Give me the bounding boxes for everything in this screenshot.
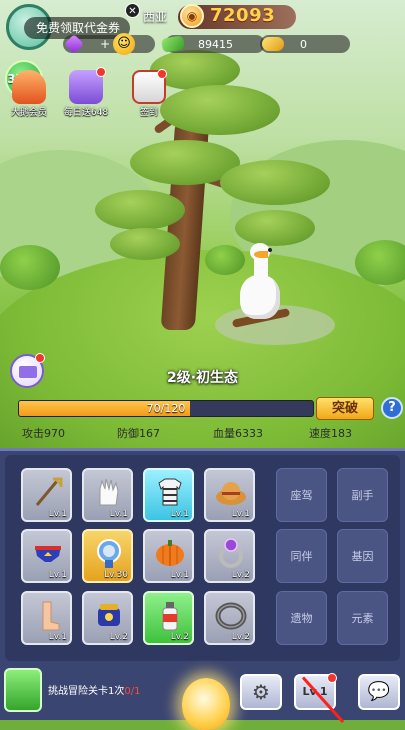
- goose-gold-icon: ◉: [180, 4, 204, 28]
- notification-dot: [96, 67, 106, 77]
- equip-slot-briefs[interactable]: Lv.1: [21, 529, 72, 583]
- ring-icon: [219, 538, 243, 568]
- slot-mount[interactable]: 座驾: [276, 468, 327, 522]
- golden-egg-button[interactable]: [182, 678, 230, 730]
- vip-label: 大鹅会员: [10, 108, 47, 118]
- chat-button[interactable]: 💬: [358, 674, 400, 710]
- equip-slot-hat[interactable]: Lv.1: [204, 468, 255, 522]
- gold-value: 72093: [210, 5, 276, 26]
- daily-gift-label: 每日送648: [63, 108, 109, 118]
- equip-level: Lv.1: [109, 509, 128, 519]
- pumpkin-icon: [156, 540, 184, 566]
- equip-level: Lv.1: [48, 632, 67, 642]
- coin-value: 0: [300, 38, 307, 51]
- daily-gift-button[interactable]: 每日送648: [62, 67, 110, 120]
- equip-level: Lv.2: [231, 570, 250, 580]
- chat-icon: 💬: [367, 681, 391, 702]
- equip-slot-gauntlet[interactable]: Lv.2: [82, 591, 133, 645]
- equip-level: Lv.1: [48, 509, 67, 519]
- tree-foliage: [160, 85, 280, 135]
- goose-beak: [254, 251, 268, 258]
- briefs-icon: [35, 546, 61, 562]
- tree-foliage: [95, 190, 185, 230]
- equip-slot-ring[interactable]: Lv.2: [204, 529, 255, 583]
- stat-hp: 血量6333: [213, 427, 263, 440]
- stat-defense: 防御167: [117, 427, 160, 440]
- cash-value: 89415: [198, 38, 233, 51]
- hat-icon: [216, 482, 246, 505]
- notification-dot: [157, 69, 167, 79]
- quest-progress: 0/1: [124, 686, 141, 697]
- stats-row: 攻击970 防御167 血量6333 速度183: [0, 425, 405, 441]
- equip-level: Lv.1: [231, 509, 250, 519]
- smile-face-icon: ☺: [113, 33, 135, 55]
- equip-slot-spray[interactable]: Lv.2: [143, 591, 194, 645]
- glove-icon: [99, 478, 119, 506]
- vip-crown-icon: [12, 70, 46, 104]
- breakthrough-button[interactable]: 突破: [316, 397, 374, 420]
- coin-icon: [262, 37, 284, 51]
- stat-attack: 攻击970: [22, 427, 65, 440]
- quest-description: 挑战冒险关卡1次: [48, 686, 125, 697]
- equip-slot-iron-ring[interactable]: Lv.2: [204, 591, 255, 645]
- stat-speed: 速度183: [309, 427, 352, 440]
- slot-relic[interactable]: 遗物: [276, 591, 327, 645]
- slot-gene[interactable]: 基因: [337, 529, 388, 583]
- bush: [0, 245, 60, 290]
- quest-text: 挑战冒险关卡1次0/1: [48, 682, 140, 697]
- goose-eye: [268, 248, 272, 252]
- slot-offhand[interactable]: 副手: [337, 468, 388, 522]
- settings-button[interactable]: ⚙: [240, 674, 282, 710]
- equip-slot-trident[interactable]: Lv.1: [21, 468, 72, 522]
- iron-ring-icon: [215, 602, 247, 630]
- spray-icon: [162, 602, 178, 631]
- tree-foliage: [235, 210, 315, 246]
- goose-head: [250, 243, 272, 261]
- shirt-icon: [158, 478, 182, 506]
- exp-text: 70/120: [146, 402, 186, 415]
- equip-level: Lv.1: [48, 570, 67, 580]
- slot-element[interactable]: 元素: [337, 591, 388, 645]
- close-icon[interactable]: ✕: [125, 3, 140, 18]
- equip-level: Lv.2: [170, 632, 189, 642]
- medal-icon: [97, 539, 121, 568]
- gear-icon: ⚙: [252, 680, 270, 704]
- equip-level: Lv.2: [231, 632, 250, 642]
- add-gem-icon[interactable]: +: [100, 35, 110, 53]
- equip-level: Lv.1: [170, 509, 189, 519]
- equip-level: Lv.2: [109, 632, 128, 642]
- equip-slot-shirt[interactable]: Lv.1: [143, 468, 194, 522]
- quest-banner[interactable]: 挑战冒险关卡1次0/1: [4, 668, 184, 714]
- notification-dot: [35, 353, 45, 363]
- equip-slot-glove[interactable]: Lv.1: [82, 468, 133, 522]
- help-icon[interactable]: ?: [381, 397, 403, 419]
- equip-level: Lv.1: [170, 570, 189, 580]
- equip-level: Lv.30: [104, 570, 128, 580]
- goose-character[interactable]: [236, 243, 282, 323]
- checkin-label: 签到: [139, 108, 158, 118]
- vip-button[interactable]: 大鹅会员: [5, 70, 53, 120]
- equip-slot-medal[interactable]: Lv.30: [82, 529, 133, 583]
- gift-box-icon: [69, 67, 106, 104]
- equip-slot-foot[interactable]: Lv.1: [21, 591, 72, 645]
- foot-icon: [42, 601, 60, 631]
- slot-companion[interactable]: 同伴: [276, 529, 327, 583]
- feather-icon: [4, 668, 42, 712]
- tree-foliage: [110, 228, 180, 260]
- notification-dot: [327, 673, 337, 683]
- calendar-icon: [132, 69, 167, 104]
- top-hud: 免费领取代金券 ✕ 西亚 ◉ 72093 + ☺ 89415 0: [0, 0, 405, 60]
- trident-icon: [35, 477, 63, 506]
- equip-slot-pumpkin[interactable]: Lv.1: [143, 529, 194, 583]
- tree-foliage: [220, 160, 330, 205]
- checkin-button[interactable]: 签到: [125, 69, 173, 120]
- stage-title: 2级·初生态: [166, 370, 239, 386]
- player-name: 西亚: [143, 10, 168, 24]
- gauntlet-icon: [98, 604, 120, 626]
